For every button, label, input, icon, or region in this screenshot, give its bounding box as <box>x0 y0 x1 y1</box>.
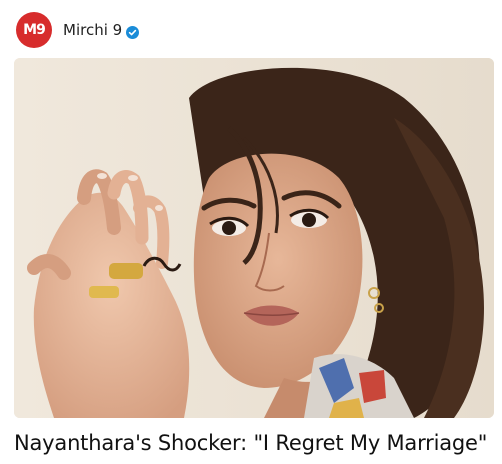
source-logo-text: M9 <box>23 22 46 38</box>
verified-badge-icon <box>126 24 140 39</box>
article-headline[interactable]: Nayanthara's Shocker: "I Regret My Marri… <box>14 428 494 458</box>
source-name[interactable]: Mirchi 9 <box>63 22 122 38</box>
portrait-photo <box>14 58 494 418</box>
source-header[interactable]: M9 Mirchi 9 <box>16 12 140 48</box>
source-logo[interactable]: M9 <box>16 12 52 48</box>
article-image[interactable] <box>14 58 494 418</box>
